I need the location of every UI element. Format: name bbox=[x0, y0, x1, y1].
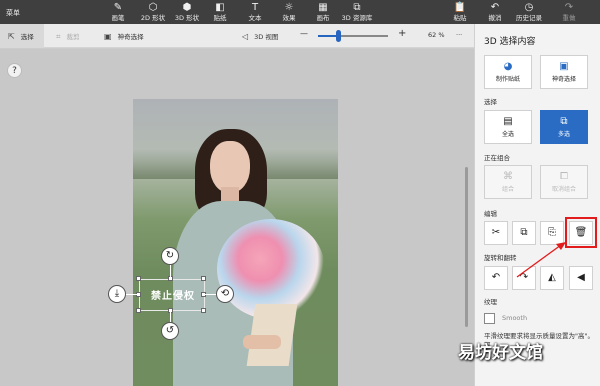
arrow-line bbox=[516, 244, 562, 278]
site-watermark: 易坊好文馆 bbox=[458, 343, 543, 363]
annotation-arrow bbox=[516, 242, 566, 278]
arrow-head bbox=[556, 242, 566, 250]
